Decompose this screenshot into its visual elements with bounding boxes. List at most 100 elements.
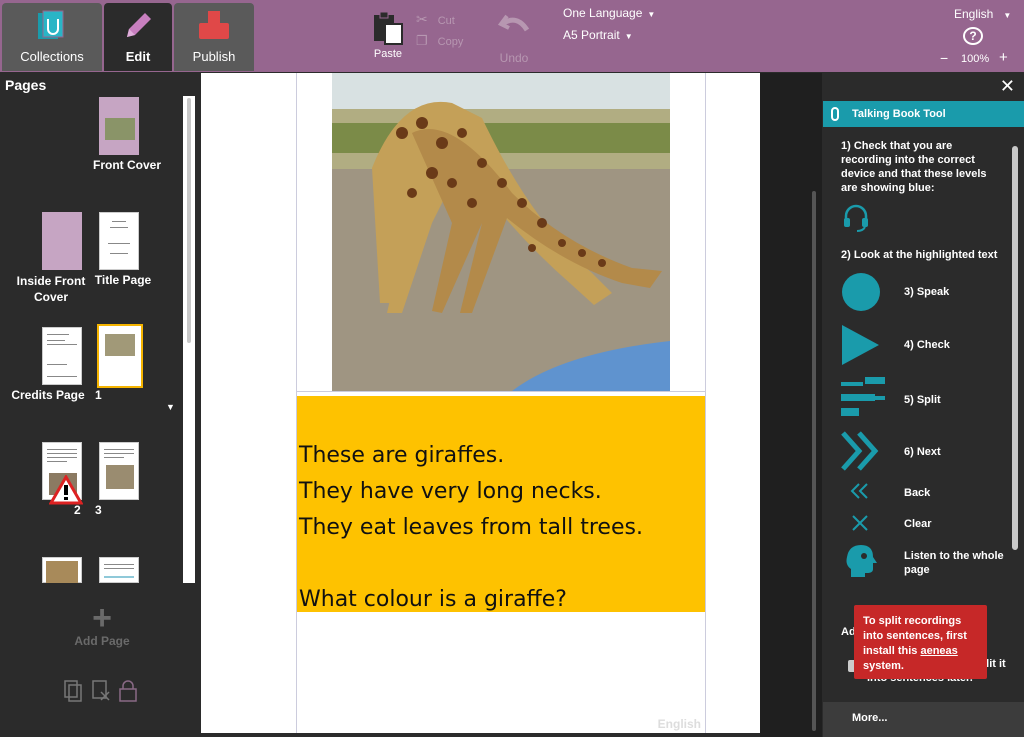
aeneas-link[interactable]: aeneas	[920, 645, 957, 657]
warning-icon	[49, 475, 83, 505]
caret-down-icon: ▼	[1003, 11, 1012, 20]
giraffes-image	[332, 73, 670, 391]
caret-down-icon: ▼	[624, 32, 633, 41]
pages-scrollbar-thumb[interactable]	[187, 98, 191, 343]
copy-button[interactable]: ❐ Copy	[416, 33, 463, 49]
tab-publish[interactable]: Publish	[174, 3, 254, 71]
front-cover-label: Front Cover	[92, 158, 161, 172]
listen-label: Listen to the whole page	[904, 550, 1004, 576]
credits-page-label: Credits Page	[11, 388, 85, 402]
zoom-level: 100%	[961, 53, 990, 65]
plus-icon: +	[92, 599, 112, 637]
pages-title: Pages	[5, 77, 47, 93]
page-actions-icons	[64, 680, 137, 702]
zoom-out-button[interactable]: −	[940, 50, 948, 66]
collections-icon	[38, 10, 64, 39]
step-2-text: 2) Look at the highlighted text	[841, 249, 998, 261]
text-line[interactable]	[299, 546, 705, 582]
tab-edit-label: Edit	[125, 49, 151, 64]
scissors-icon: ✂	[416, 11, 428, 27]
speak-label: 3) Speak	[904, 286, 950, 298]
copy-label: Copy	[437, 36, 464, 48]
page-3-thumbnail[interactable]	[99, 442, 139, 500]
duplicate-page-icon	[64, 680, 82, 702]
tooltip-text-end: system.	[863, 660, 904, 672]
title-page-thumbnail[interactable]	[99, 212, 139, 270]
record-circle-icon	[842, 273, 880, 311]
tool-title: Talking Book Tool	[852, 108, 946, 120]
page-1-label: 1	[95, 388, 102, 402]
page-menu-caret-icon[interactable]: ▼	[166, 402, 175, 412]
headset-icon[interactable]	[843, 203, 869, 233]
cut-label: Cut	[437, 15, 455, 27]
ui-language-label: English	[954, 7, 994, 21]
text-line[interactable]: What colour is a giraffe?	[299, 582, 705, 618]
page-2-label: 2	[74, 503, 81, 517]
paste-button[interactable]: Paste	[369, 10, 407, 60]
image-container[interactable]	[297, 73, 705, 392]
credits-page-thumbnail[interactable]	[42, 327, 82, 385]
text-line[interactable]: These are giraffes.	[299, 438, 705, 474]
language-menu-label: One Language	[563, 6, 643, 20]
tab-collections[interactable]: Collections	[2, 3, 102, 71]
paste-label: Paste	[373, 48, 403, 60]
giraffe-mini-image	[105, 334, 135, 356]
page-5-thumbnail[interactable]	[99, 557, 139, 583]
cut-button[interactable]: ✂ Cut	[416, 11, 455, 28]
layout-menu[interactable]: A5 Portrait ▼	[563, 28, 633, 42]
add-page-button[interactable]: + Add Page	[60, 599, 144, 648]
inside-front-cover-thumbnail[interactable]	[42, 212, 82, 270]
page-1-thumbnail[interactable]	[97, 324, 143, 388]
pages-scrollbar[interactable]	[183, 96, 195, 583]
page-3-label: 3	[95, 503, 102, 517]
clear-label: Clear	[904, 518, 932, 530]
delete-page-icon	[92, 680, 110, 701]
zoom-in-button[interactable]: +	[999, 49, 1008, 66]
more-button[interactable]: More...	[823, 702, 1024, 737]
copy-icon: ❐	[416, 33, 428, 48]
help-icon[interactable]: ?	[963, 27, 983, 45]
more-label: More...	[852, 712, 888, 724]
layout-menu-label: A5 Portrait	[563, 28, 620, 42]
pencil-icon	[127, 13, 151, 37]
tool-scrollbar[interactable]	[1012, 146, 1018, 550]
ui-language-menu[interactable]: English ▼	[954, 7, 1011, 21]
language-menu[interactable]: One Language ▼	[563, 6, 655, 20]
next-label: 6) Next	[904, 446, 941, 458]
tab-edit[interactable]: Edit	[104, 3, 172, 71]
front-cover-thumbnail[interactable]	[99, 97, 139, 155]
step-1-text: 1) Check that you are recording into the…	[841, 140, 987, 194]
caret-down-icon: ▼	[647, 10, 656, 19]
clear-x-icon	[852, 515, 868, 531]
tab-publish-label: Publish	[192, 49, 236, 64]
aeneas-tooltip: To split recordings into sentences, firs…	[854, 605, 987, 679]
undo-button[interactable]: Undo	[494, 8, 534, 65]
page-image	[106, 465, 134, 489]
lock-icon	[119, 680, 137, 702]
undo-icon	[497, 14, 530, 32]
cover-image	[105, 118, 135, 140]
workspace-scrollbar[interactable]	[812, 191, 816, 731]
tool-header: Talking Book Tool	[823, 101, 1024, 127]
publish-icon	[199, 11, 229, 39]
check-label: 4) Check	[904, 339, 950, 351]
tab-collections-label: Collections	[20, 49, 84, 64]
add-page-label: Add Page	[74, 634, 130, 648]
text-line[interactable]: They eat leaves from tall trees.	[299, 510, 705, 546]
workspace-gutter	[760, 73, 822, 737]
book-page: These are giraffes. They have very long …	[296, 73, 706, 733]
title-page-label: Title Page	[94, 273, 152, 287]
paste-icon	[374, 11, 403, 45]
close-icon[interactable]: ✕	[1000, 76, 1015, 97]
split-label: 5) Split	[904, 394, 941, 406]
undo-label: Undo	[499, 51, 529, 65]
page-language-label: English	[657, 717, 701, 731]
page-4-thumbnail[interactable]	[42, 557, 82, 583]
top-toolbar: Collections Edit Publish Paste ✂ Cut ❐ Cop…	[0, 0, 1024, 72]
text-block[interactable]: These are giraffes. They have very long …	[297, 396, 705, 612]
text-line[interactable]: They have very long necks.	[299, 474, 705, 510]
double-chevron-right-icon	[841, 431, 879, 471]
page-image	[46, 561, 78, 583]
inside-front-cover-label: Inside Front Cover	[16, 274, 86, 304]
play-icon	[842, 325, 879, 365]
